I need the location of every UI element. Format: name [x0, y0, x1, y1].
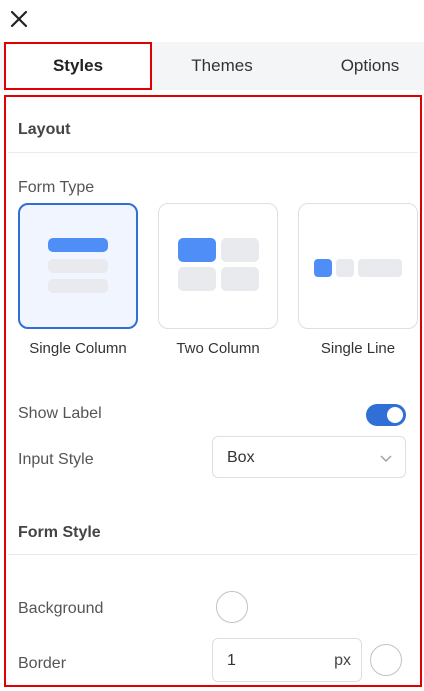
border-color-picker[interactable]: [370, 644, 402, 676]
preview-bar-primary: [178, 238, 216, 262]
form-type-single-column-label: Single Column: [29, 340, 127, 357]
layout-section-title: Layout: [18, 121, 71, 138]
preview-bar-primary: [48, 238, 108, 252]
tab-options[interactable]: Options: [300, 42, 424, 90]
tab-bar: Styles Themes Options: [0, 42, 424, 90]
preview-bar: [221, 267, 259, 291]
close-icon: [10, 10, 28, 28]
chevron-down-icon: [380, 455, 392, 462]
close-button[interactable]: [8, 8, 30, 30]
preview-bar: [48, 259, 108, 273]
tab-themes[interactable]: Themes: [152, 42, 292, 90]
form-type-single-line-label: Single Line: [320, 340, 396, 357]
preview-bar: [358, 259, 402, 277]
layout-divider: [8, 152, 418, 153]
form-type-single-column[interactable]: [18, 203, 138, 329]
border-width-unit: px: [334, 652, 351, 669]
tab-styles[interactable]: Styles: [4, 42, 152, 90]
show-label-label: Show Label: [18, 405, 102, 422]
border-width-input[interactable]: 1 px: [212, 638, 362, 682]
form-type-two-column-label: Two Column: [176, 340, 260, 357]
form-type-label: Form Type: [18, 179, 95, 196]
background-color-picker[interactable]: [216, 591, 248, 623]
form-style-divider: [8, 554, 418, 555]
border-label: Border: [18, 655, 67, 672]
preview-bar: [221, 238, 259, 262]
border-width-value: 1: [227, 652, 236, 669]
form-type-single-line[interactable]: [298, 203, 418, 329]
toggle-knob: [387, 407, 403, 423]
input-style-label: Input Style: [18, 451, 94, 468]
preview-bar: [48, 279, 108, 293]
background-label: Background: [18, 600, 104, 617]
preview-bar: [336, 259, 354, 277]
styles-panel: Layout Form Type Single Column Two Colum…: [4, 95, 422, 687]
input-style-value: Box: [227, 449, 255, 466]
show-label-toggle[interactable]: [366, 404, 406, 426]
input-style-select[interactable]: Box: [212, 436, 406, 478]
form-type-two-column[interactable]: [158, 203, 278, 329]
form-style-section-title: Form Style: [18, 524, 101, 541]
preview-bar: [178, 267, 216, 291]
preview-bar-primary: [314, 259, 332, 277]
